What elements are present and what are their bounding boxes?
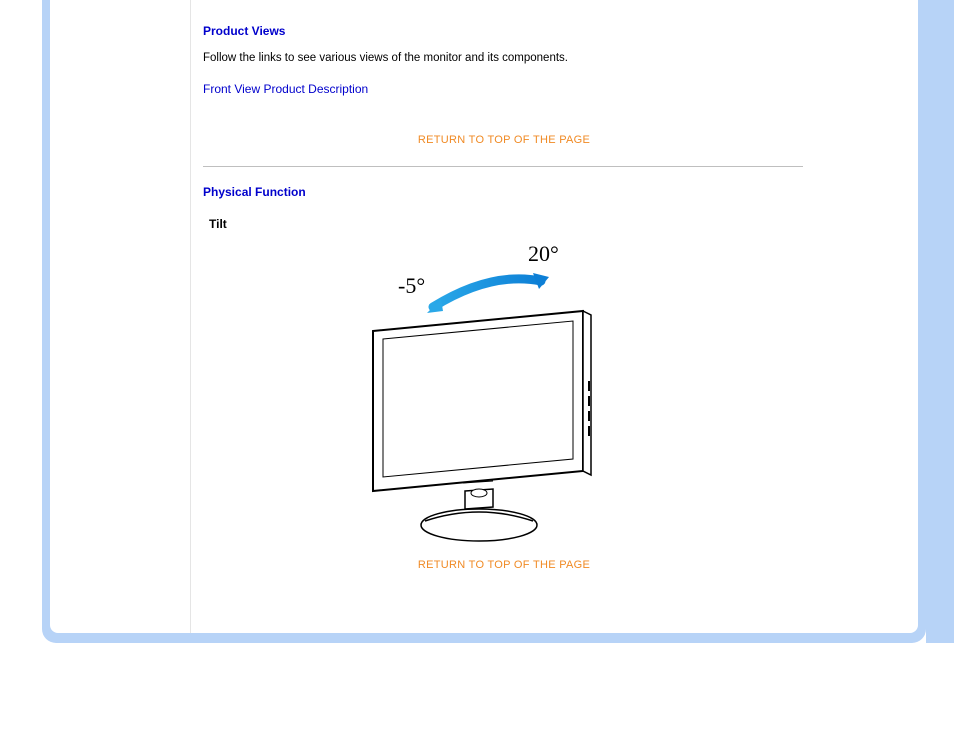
section-divider [203,166,803,167]
right-blue-strip [926,0,954,643]
main-content: Product Views Follow the links to see va… [203,0,805,633]
heading-physical-function: Physical Function [203,185,805,199]
left-sidebar [50,0,191,633]
monitor-illustration [353,281,613,551]
return-to-top-link-1[interactable]: RETURN TO TOP OF THE PAGE [203,134,805,146]
return-to-top-link-2[interactable]: RETURN TO TOP OF THE PAGE [203,559,805,571]
tilt-figure: -5° 20° [203,241,805,541]
product-views-description: Follow the links to see various views of… [203,52,805,64]
front-view-link[interactable]: Front View Product Description [203,82,368,96]
heading-product-views: Product Views [203,24,805,38]
subheading-tilt: Tilt [209,217,805,231]
